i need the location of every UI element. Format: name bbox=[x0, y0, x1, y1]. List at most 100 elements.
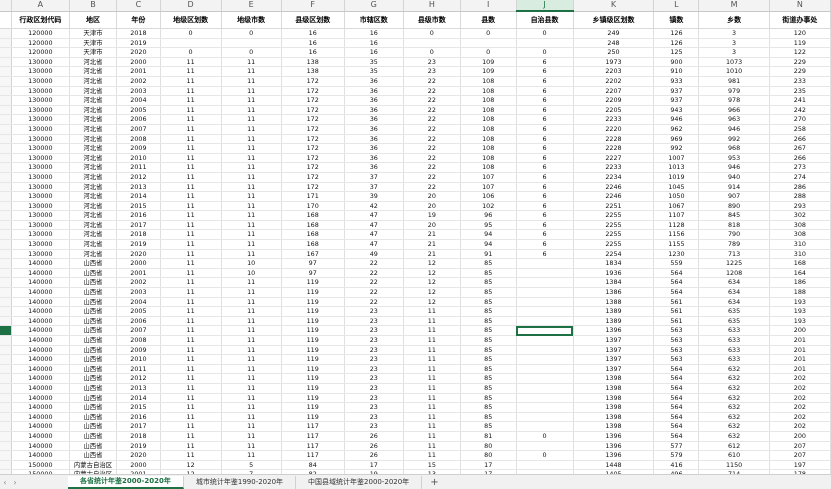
table-cell[interactable]: 2019 bbox=[116, 441, 161, 452]
table-cell[interactable]: 130000 bbox=[11, 114, 70, 125]
row-number[interactable] bbox=[0, 201, 13, 212]
table-cell[interactable]: 山西省 bbox=[69, 393, 118, 404]
table-cell[interactable]: 202 bbox=[769, 402, 831, 413]
table-cell[interactable]: 23 bbox=[344, 421, 404, 432]
table-cell[interactable]: 130000 bbox=[11, 162, 70, 173]
table-cell[interactable]: 633 bbox=[698, 325, 770, 336]
table-cell[interactable]: 0 bbox=[516, 431, 574, 442]
table-cell[interactable]: 1007 bbox=[653, 153, 700, 164]
table-cell[interactable]: 11 bbox=[221, 191, 282, 202]
table-cell[interactable]: 138 bbox=[281, 66, 345, 77]
table-cell[interactable]: 22 bbox=[403, 162, 461, 173]
table-cell[interactable]: 1398 bbox=[573, 383, 655, 394]
column-letter-i[interactable]: I bbox=[460, 0, 517, 12]
table-cell[interactable]: 85 bbox=[460, 268, 517, 279]
table-cell[interactable]: 11 bbox=[160, 124, 222, 135]
table-cell[interactable] bbox=[516, 373, 574, 384]
table-cell[interactable]: 11 bbox=[160, 450, 222, 461]
table-cell[interactable]: 172 bbox=[281, 143, 345, 154]
table-cell[interactable]: 20 bbox=[403, 201, 461, 212]
table-cell[interactable]: 11 bbox=[221, 182, 282, 193]
table-cell[interactable] bbox=[516, 277, 574, 289]
table-cell[interactable]: 河北省 bbox=[69, 134, 118, 145]
column-letter-b[interactable]: B bbox=[69, 0, 118, 12]
table-cell[interactable]: 109 bbox=[460, 66, 517, 77]
table-cell[interactable]: 119 bbox=[281, 287, 345, 298]
table-cell[interactable]: 11 bbox=[160, 249, 222, 260]
table-cell[interactable]: 140000 bbox=[11, 383, 70, 394]
table-cell[interactable]: 11 bbox=[221, 76, 282, 87]
table-cell[interactable]: 85 bbox=[460, 412, 517, 423]
table-cell[interactable]: 84 bbox=[281, 460, 345, 471]
table-cell[interactable]: 978 bbox=[698, 95, 770, 106]
table-cell[interactable]: 969 bbox=[653, 134, 700, 145]
table-cell[interactable]: 1208 bbox=[698, 268, 770, 279]
table-cell[interactable]: 117 bbox=[281, 431, 345, 442]
table-cell[interactable]: 12 bbox=[403, 277, 461, 289]
table-cell[interactable]: 633 bbox=[698, 345, 770, 356]
table-cell[interactable]: 130000 bbox=[11, 210, 70, 221]
table-cell[interactable]: 2009 bbox=[116, 143, 161, 154]
table-cell[interactable]: 16 bbox=[281, 47, 345, 58]
row-number[interactable] bbox=[0, 86, 13, 97]
column-letter-g[interactable]: G bbox=[344, 0, 404, 12]
table-cell[interactable]: 11 bbox=[221, 373, 282, 384]
table-cell[interactable]: 95 bbox=[460, 220, 517, 231]
table-cell[interactable]: 130000 bbox=[11, 201, 70, 212]
table-cell[interactable]: 11 bbox=[403, 345, 461, 356]
table-cell[interactable]: 22 bbox=[403, 134, 461, 145]
table-cell[interactable] bbox=[160, 38, 222, 49]
table-cell[interactable]: 2009 bbox=[116, 345, 161, 356]
table-cell[interactable]: 943 bbox=[653, 105, 700, 116]
table-cell[interactable]: 170 bbox=[281, 201, 345, 212]
table-cell[interactable]: 河北省 bbox=[69, 114, 118, 125]
table-cell[interactable]: 81 bbox=[460, 431, 517, 442]
table-cell[interactable]: 山西省 bbox=[69, 354, 118, 365]
table-cell[interactable] bbox=[516, 441, 574, 452]
table-cell[interactable]: 11 bbox=[221, 450, 282, 461]
table-cell[interactable]: 130000 bbox=[11, 249, 70, 260]
table-cell[interactable]: 119 bbox=[281, 306, 345, 317]
table-cell[interactable]: 962 bbox=[653, 124, 700, 135]
table-cell[interactable] bbox=[516, 268, 574, 279]
table-cell[interactable] bbox=[221, 38, 282, 49]
table-cell[interactable]: 202 bbox=[769, 421, 831, 432]
table-cell[interactable]: 564 bbox=[653, 364, 700, 375]
table-cell[interactable]: 11 bbox=[160, 162, 222, 173]
table-cell[interactable]: 11 bbox=[160, 325, 222, 336]
table-cell[interactable]: 11 bbox=[221, 287, 282, 298]
table-cell[interactable]: 937 bbox=[653, 95, 700, 106]
table-cell[interactable]: 1398 bbox=[573, 402, 655, 413]
table-cell[interactable]: 633 bbox=[698, 335, 770, 346]
table-cell[interactable]: 山西省 bbox=[69, 316, 118, 327]
table-cell[interactable]: 140000 bbox=[11, 441, 70, 452]
table-cell[interactable]: 130000 bbox=[11, 124, 70, 135]
table-cell[interactable]: 11 bbox=[160, 153, 222, 164]
row-number[interactable] bbox=[0, 249, 13, 260]
table-cell[interactable]: 3 bbox=[698, 28, 770, 39]
table-cell[interactable]: 11 bbox=[403, 335, 461, 346]
table-cell[interactable]: 1448 bbox=[573, 460, 655, 471]
table-cell[interactable]: 140000 bbox=[11, 277, 70, 289]
table-cell[interactable]: 790 bbox=[698, 229, 770, 241]
table-cell[interactable]: 天津市 bbox=[69, 38, 118, 49]
table-cell[interactable]: 6 bbox=[516, 229, 574, 241]
table-cell[interactable]: 248 bbox=[573, 38, 655, 49]
table-cell[interactable]: 561 bbox=[653, 306, 700, 317]
table-cell[interactable]: 229 bbox=[769, 66, 831, 77]
table-cell[interactable]: 河北省 bbox=[69, 153, 118, 164]
table-cell[interactable]: 119 bbox=[769, 38, 831, 49]
table-cell[interactable]: 563 bbox=[653, 335, 700, 346]
table-cell[interactable]: 11 bbox=[160, 373, 222, 384]
table-cell[interactable]: 119 bbox=[281, 335, 345, 346]
row-number[interactable] bbox=[0, 11, 13, 29]
table-cell[interactable]: 11 bbox=[221, 345, 282, 356]
table-cell[interactable]: 2014 bbox=[116, 393, 161, 404]
header-cell[interactable]: 街道办事处 bbox=[769, 11, 831, 29]
table-cell[interactable]: 0 bbox=[403, 28, 461, 39]
table-cell[interactable]: 11 bbox=[160, 335, 222, 346]
table-cell[interactable]: 11 bbox=[160, 210, 222, 221]
table-cell[interactable]: 22 bbox=[344, 258, 404, 269]
table-cell[interactable]: 11 bbox=[160, 354, 222, 365]
table-cell[interactable]: 11 bbox=[221, 441, 282, 452]
